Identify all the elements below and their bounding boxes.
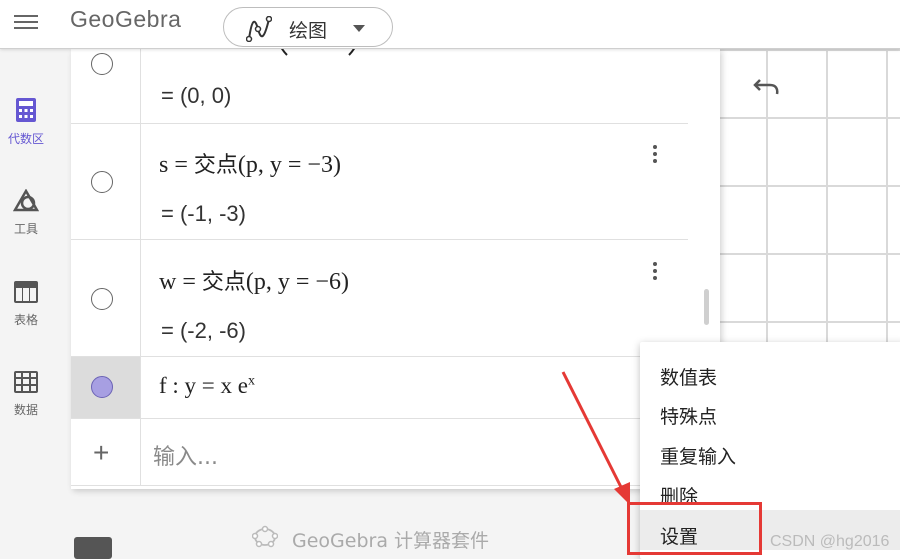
annotation-box <box>627 502 762 555</box>
annotation-arrow <box>561 371 630 505</box>
watermark: CSDN @hg2016 <box>770 533 890 550</box>
